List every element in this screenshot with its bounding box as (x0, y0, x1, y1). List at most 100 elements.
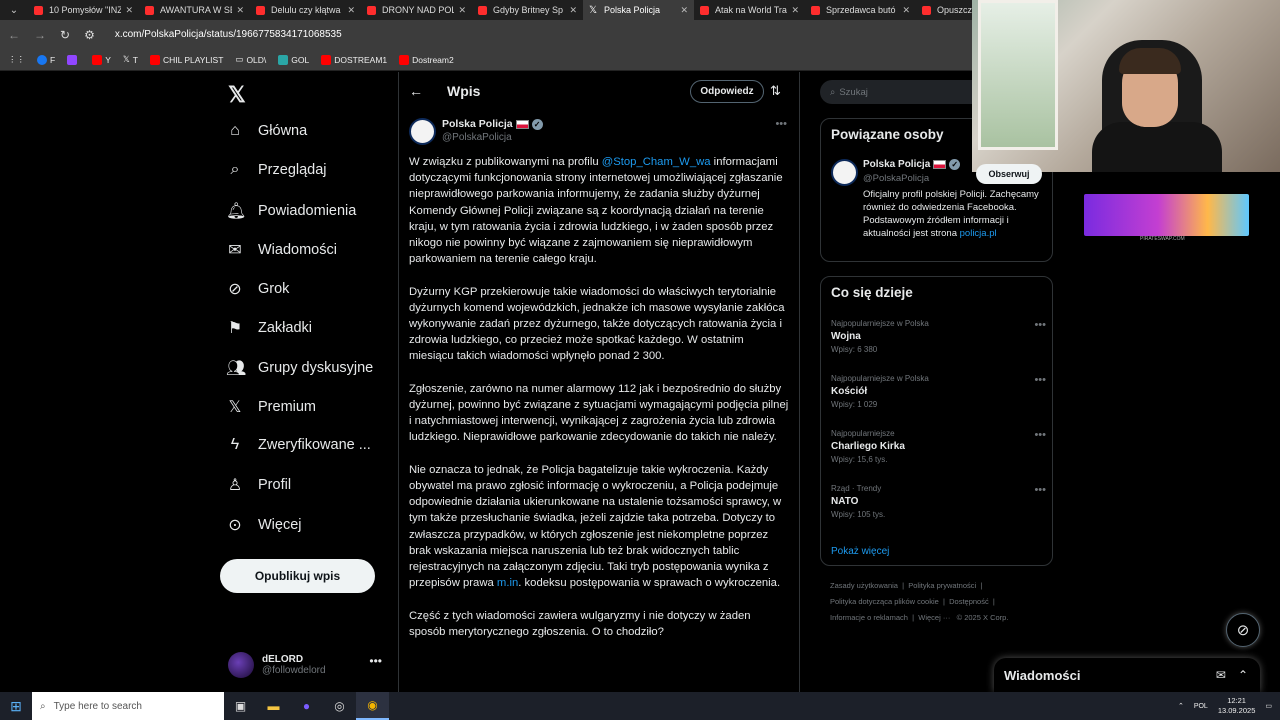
bookmark-folder[interactable]: ▭ OLD\ (235, 54, 266, 65)
nav-item-grok[interactable]: ⊘ Grok (226, 279, 289, 299)
nav-item-communities[interactable]: 👥︎ Grupy dyskusyjne (226, 358, 373, 378)
bookmark-item[interactable]: Y (92, 54, 111, 65)
inline-link[interactable]: m.in (497, 577, 518, 589)
reload-icon[interactable]: ↻ (60, 28, 70, 42)
app-icon[interactable]: ◎ (323, 692, 356, 720)
nav-item-home[interactable]: ⌂ Główna (226, 122, 307, 140)
footer-link[interactable]: Zasady użytkowania (830, 581, 898, 590)
bookmark-item[interactable]: DOSTREAM1 (321, 54, 387, 65)
footer-link[interactable]: Polityka dotycząca plików cookie (830, 597, 939, 606)
more-dots-icon[interactable]: ••• (369, 654, 382, 668)
close-icon[interactable]: ✕ (236, 5, 244, 16)
left-navigation: 𝕏 ⌂ Główna ⌕ Przeglądaj 🔔︎ Powiadomienia ✉ W… (220, 72, 390, 692)
close-icon[interactable]: ✕ (680, 5, 688, 16)
footer-link[interactable]: Więcej ··· (918, 613, 950, 622)
filter-icon[interactable]: ⇅ (770, 83, 781, 99)
avatar[interactable] (409, 118, 436, 145)
account-switcher[interactable]: dELORD @followdelord ••• (228, 648, 388, 682)
footer-link[interactable]: Dostępność (949, 597, 989, 606)
task-view-icon[interactable]: ▣ (224, 692, 257, 720)
nav-item-explore[interactable]: ⌕ Przeglądaj (226, 161, 327, 179)
youtube-icon (256, 5, 265, 15)
close-icon[interactable]: ✕ (458, 5, 466, 16)
follow-button[interactable]: Obserwuj (976, 164, 1042, 184)
notification-icon[interactable]: ▭ (1265, 702, 1272, 710)
taskbar-search-input[interactable]: ⌕ Type here to search (32, 692, 224, 720)
facebook-icon (37, 54, 47, 65)
trend-item[interactable]: Rząd · Trendy NATO Wpisy: 105 tys. ••• (831, 484, 1046, 519)
trend-item[interactable]: Najpopularniejsze w Polska Kościół Wpisy: … (831, 374, 1046, 409)
new-message-icon[interactable]: ✉ (1216, 668, 1226, 682)
search-input[interactable]: ⌕ Szukaj (820, 80, 990, 104)
reply-button[interactable]: Odpowiedz (690, 80, 764, 103)
author-name[interactable]: Polska Policja (442, 118, 513, 130)
footer-link[interactable]: Polityka prywatności (908, 581, 976, 590)
back-arrow-icon[interactable]: ← (409, 83, 423, 99)
language-indicator[interactable]: POL (1194, 703, 1208, 710)
nav-item-notifications[interactable]: 🔔︎ Powiadomienia (226, 201, 356, 221)
avatar[interactable] (831, 159, 858, 186)
bookmark-item[interactable] (67, 54, 80, 65)
url-input[interactable]: x.com/PolskaPolicja/status/1966775834171… (115, 29, 342, 40)
more-dots-icon[interactable]: ••• (1034, 484, 1046, 496)
more-dots-icon[interactable]: ••• (1034, 319, 1046, 331)
nav-item-profile[interactable]: ♙ Profil (226, 475, 291, 495)
chrome-icon[interactable]: ◉ (356, 692, 389, 720)
poland-flag-icon (515, 119, 529, 129)
expand-icon[interactable]: ⌃ (1238, 668, 1248, 682)
forward-arrow-icon[interactable]: → (34, 28, 46, 42)
nav-item-messages[interactable]: ✉ Wiadomości (226, 240, 337, 260)
site-info-icon[interactable]: ⚙ (84, 28, 95, 42)
apps-grid-icon[interactable]: ⋮⋮ (8, 54, 25, 65)
chevron-up-icon[interactable]: ⌃ (1178, 702, 1184, 710)
bookmark-item[interactable]: F (37, 54, 55, 65)
trend-item[interactable]: Najpopularniejsze Charliego Kirka Wpisy: 1… (831, 429, 1046, 464)
bio-link[interactable]: policja.pl (960, 228, 997, 239)
globe-icon (278, 54, 289, 65)
bookmark-item[interactable]: 𝕏T (123, 54, 138, 65)
browser-tab[interactable]: Delulu czy kłątwa ✕ (250, 0, 361, 20)
browser-tab[interactable]: Atak na World Tra ✕ (694, 0, 805, 20)
bookmark-item[interactable]: Dostream2 (399, 54, 454, 65)
more-dots-icon[interactable]: ••• (1034, 429, 1046, 441)
bookmark-item[interactable]: CHIL PLAYLIST (149, 54, 223, 65)
nav-item-more[interactable]: ⊙ Więcej (226, 515, 301, 535)
windows-start-icon[interactable]: ⊞ (0, 692, 32, 720)
file-explorer-icon[interactable]: ▬ (257, 692, 290, 720)
nav-item-premium[interactable]: 𝕏 Premium (226, 397, 316, 417)
ad-label: PIRATESWAP.COM (1140, 236, 1185, 242)
trend-item[interactable]: Najpopularniejsze w Polska Wojna Wpisy: 6 … (831, 319, 1046, 354)
grok-fab-icon[interactable]: ⊘ (1226, 613, 1260, 647)
clock[interactable]: 12:21 13.09.2025 (1218, 696, 1256, 716)
footer-link[interactable]: Informacje o reklamach (830, 613, 908, 622)
browser-tab[interactable]: DRONY NAD POL ✕ (361, 0, 472, 20)
close-icon[interactable]: ✕ (791, 5, 799, 16)
tab-list-icon[interactable]: ⌄ (0, 0, 28, 20)
close-icon[interactable]: ✕ (347, 5, 355, 16)
app-icon[interactable]: ● (290, 692, 323, 720)
bookmark-item[interactable]: GOL (278, 54, 309, 65)
close-icon[interactable]: ✕ (569, 5, 577, 16)
browser-tab[interactable]: Gdyby Britney Sp ✕ (472, 0, 583, 20)
x-logo-icon[interactable]: 𝕏 (228, 82, 246, 108)
browser-tab[interactable]: AWANTURA W SE ✕ (139, 0, 250, 20)
post-button[interactable]: Opublikuj wpis (220, 559, 375, 593)
more-dots-icon[interactable]: ••• (1034, 374, 1046, 386)
webcam-body (1092, 122, 1222, 172)
close-icon[interactable]: ✕ (125, 5, 133, 16)
nav-item-bookmarks[interactable]: ⚑ Zakładki (226, 318, 312, 338)
browser-tab-active[interactable]: 𝕏 Polska Policja ✕ (583, 0, 694, 20)
close-icon[interactable]: ✕ (902, 5, 910, 16)
more-dots-icon[interactable]: ••• (775, 118, 787, 130)
author-handle[interactable]: @PolskaPolicja (442, 132, 512, 143)
show-more-link[interactable]: Pokaż więcej (831, 546, 889, 557)
browser-tab[interactable]: Sprzedawca butó ✕ (805, 0, 916, 20)
messages-drawer[interactable]: Wiadomości ✉ ⌃ (994, 658, 1260, 692)
ad-banner[interactable] (1084, 194, 1249, 236)
mention-link[interactable]: @Stop_Cham_W_wa (602, 156, 711, 168)
person-name[interactable]: Polska Policja (863, 159, 930, 170)
browser-tab[interactable]: 10 Pomysłów "INZ ✕ (28, 0, 139, 20)
nav-item-verified-orgs[interactable]: ϟ Zweryfikowane ... (226, 436, 371, 454)
back-arrow-icon[interactable]: ← (8, 28, 20, 42)
verified-badge-icon: ✓ (531, 118, 543, 130)
